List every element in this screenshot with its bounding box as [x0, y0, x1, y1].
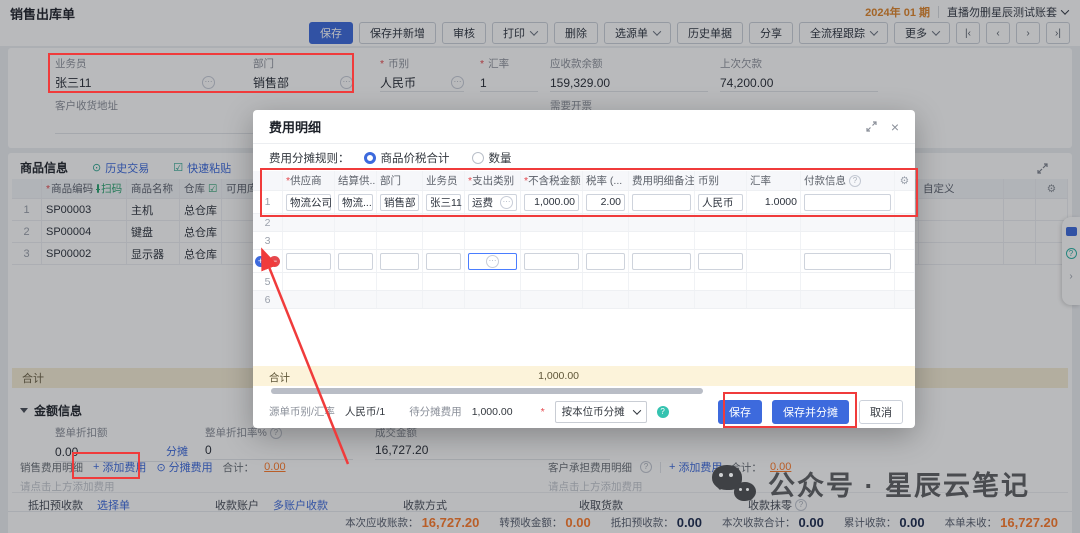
- remove-row-icon[interactable]: −: [269, 256, 280, 267]
- payinfo-input[interactable]: [804, 194, 891, 211]
- allocation-rule-row: 费用分摊规则： 商品价税合计 数量: [253, 144, 915, 171]
- allocation-method-select[interactable]: 按本位币分摊: [555, 401, 647, 423]
- salesman-input[interactable]: 张三11: [426, 194, 461, 211]
- radio-selected-icon: [364, 152, 376, 164]
- fee-table-header: *供应商 结算供... 部门 业务员 *支出类别 *不含税金额 税率 (... …: [253, 171, 915, 191]
- tax-rate-input[interactable]: 2.00: [586, 194, 625, 211]
- source-currency-rate: 人民币/1: [345, 404, 385, 419]
- maximize-icon[interactable]: [866, 121, 877, 132]
- lookup-icon[interactable]: ⋯: [486, 255, 499, 268]
- fee-total-amount: 1,000.00: [521, 370, 579, 382]
- table-empty-area: [253, 309, 915, 366]
- remark-input[interactable]: [632, 194, 691, 211]
- horizontal-scrollbar[interactable]: [253, 386, 915, 395]
- modal-cancel-button[interactable]: 取消: [859, 400, 903, 424]
- remark-input[interactable]: [632, 253, 691, 270]
- dept-input[interactable]: 销售部: [380, 194, 419, 211]
- modal-footer: 源单币别/汇率 人民币/1 待分摊费用 1,000.00 * 按本位币分摊 ? …: [253, 395, 915, 428]
- scrollbar-thumb[interactable]: [271, 388, 703, 394]
- currency-input[interactable]: 人民币: [698, 194, 743, 211]
- add-row-icon[interactable]: +: [255, 256, 266, 267]
- amount-input[interactable]: [524, 253, 579, 270]
- dept-input[interactable]: [380, 253, 419, 270]
- modal-header: 费用明细 ×: [253, 110, 915, 144]
- currency-input[interactable]: [698, 253, 743, 270]
- fee-row-1[interactable]: 1 物流公司 物流... 销售部 张三11 运费⋯ 1,000.00 2.00 …: [253, 191, 915, 214]
- close-icon[interactable]: ×: [891, 119, 899, 135]
- rule-option-quantity[interactable]: 数量: [472, 150, 512, 166]
- watermark: 公众号 · 星辰云笔记: [712, 464, 1030, 503]
- watermark-text: 公众号 · 星辰云笔记: [768, 464, 1030, 503]
- settle-supplier-input[interactable]: 物流...: [338, 194, 373, 211]
- amount-input[interactable]: 1,000.00: [524, 194, 579, 211]
- expense-category-input-focused[interactable]: ⋯: [468, 253, 517, 270]
- rule-option-price-tax[interactable]: 商品价税合计: [364, 150, 450, 166]
- fee-row-6[interactable]: 6: [253, 291, 915, 309]
- fee-total-row: 合计 1,000.00: [253, 366, 915, 386]
- info-icon: ?: [657, 406, 669, 418]
- fee-row-2[interactable]: 2: [253, 214, 915, 232]
- fee-row-3[interactable]: 3: [253, 232, 915, 250]
- modal-title: 费用明细: [269, 117, 852, 136]
- lookup-icon[interactable]: ⋯: [500, 196, 513, 209]
- gear-icon[interactable]: ⚙: [895, 171, 915, 190]
- modal-save-button[interactable]: 保存: [718, 400, 762, 424]
- salesman-input[interactable]: [426, 253, 461, 270]
- fee-row-4-active[interactable]: + − ⋯: [253, 250, 915, 273]
- tax-rate-input[interactable]: [586, 253, 625, 270]
- settle-supplier-input[interactable]: [338, 253, 373, 270]
- wechat-icon: [712, 465, 758, 503]
- pending-allocation-amount: 1,000.00: [472, 406, 513, 418]
- info-icon: ?: [849, 175, 861, 187]
- supplier-input[interactable]: 物流公司: [286, 194, 331, 211]
- fee-table: *供应商 结算供... 部门 业务员 *支出类别 *不含税金额 税率 (... …: [253, 171, 915, 309]
- fee-detail-modal: 费用明细 × 费用分摊规则： 商品价税合计 数量 *供应商 结算供... 部门 …: [253, 110, 915, 428]
- payinfo-input[interactable]: [804, 253, 891, 270]
- fee-row-5[interactable]: 5: [253, 273, 915, 291]
- rate-value: 1.0000: [747, 191, 801, 213]
- chevron-down-icon: [632, 406, 640, 414]
- modal-save-allocate-button[interactable]: 保存并分摊: [772, 400, 849, 424]
- supplier-input[interactable]: [286, 253, 331, 270]
- expense-category-input[interactable]: 运费⋯: [468, 194, 517, 211]
- radio-icon: [472, 152, 484, 164]
